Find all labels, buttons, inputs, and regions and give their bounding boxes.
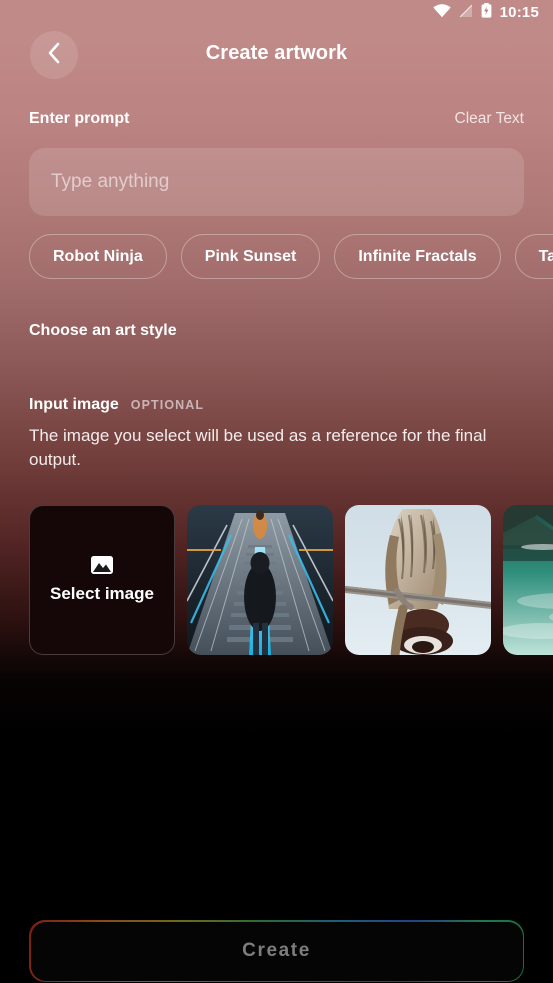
status-bar-clock: 10:15 [499,4,539,21]
prompt-suggestion-chips[interactable]: Robot Ninja Pink Sunset Infinite Fractal… [0,234,553,280]
select-image-label: Select image [50,584,154,603]
chip-pink-sunset[interactable]: Pink Sunset [180,234,321,279]
prompt-input[interactable] [29,148,524,216]
chip-tall-bird[interactable]: Tall Bird [514,234,553,279]
create-button[interactable]: Create [29,920,524,982]
art-style-list[interactable] [29,354,553,388]
choose-art-style-label: Choose an art style [29,322,177,339]
optional-badge: OPTIONAL [130,398,205,412]
create-artwork-screen: 10:15 Create artwork Enter prompt Clear … [0,0,553,983]
select-image-card[interactable]: Select image [29,505,175,655]
wifi-icon [433,3,451,23]
mobile-signal-off-icon [459,4,473,23]
thumbnail-lake-boat-photo[interactable] [503,505,553,655]
thumbnail-escalator-neon-photo[interactable] [187,505,333,655]
status-bar: 10:15 [0,0,553,26]
input-image-thumbnail-strip[interactable]: Select image [0,505,553,657]
art-style-section-header: Choose an art style [29,322,177,340]
escalator-neon-photo [187,505,333,655]
chip-infinite-fractals[interactable]: Infinite Fractals [334,234,501,279]
thumbnail-owl-power-line-photo[interactable] [345,505,491,655]
owl-power-line-photo [345,505,491,655]
prompt-section-header: Enter prompt Clear Text [29,110,524,128]
image-placeholder-icon [91,556,113,574]
create-button-inner: Create [30,921,523,981]
app-bar: Create artwork [0,26,553,83]
input-image-label: Input image [29,396,119,413]
enter-prompt-label: Enter prompt [29,110,130,127]
create-button-label: Create [242,940,311,961]
battery-charging-icon [481,3,492,23]
lake-boat-photo [503,505,553,655]
page-title: Create artwork [205,42,348,64]
input-image-section-header: Input image OPTIONAL [29,396,204,414]
clear-text-button[interactable]: Clear Text [455,110,525,128]
input-image-description: The image you select will be used as a r… [29,426,487,470]
chip-robot-ninja[interactable]: Robot Ninja [29,234,167,279]
